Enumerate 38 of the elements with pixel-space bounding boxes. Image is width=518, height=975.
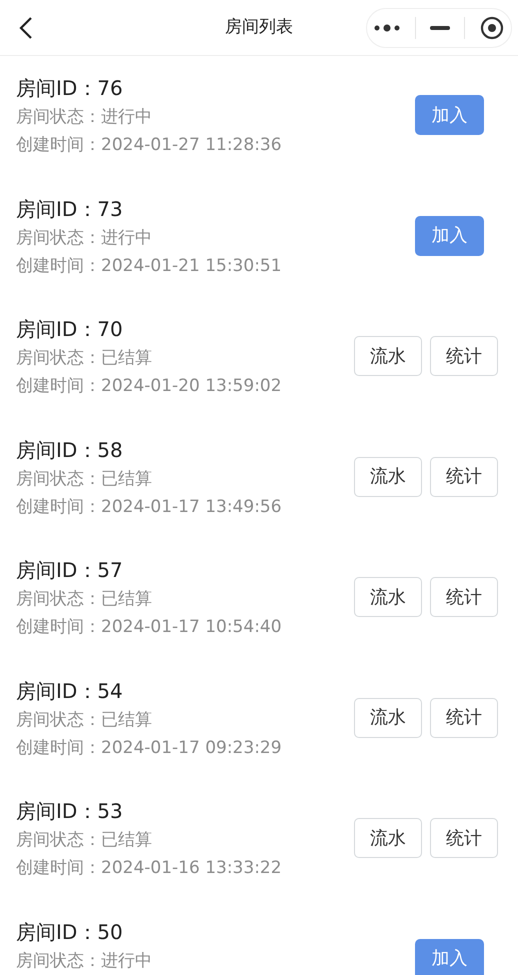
action-button[interactable]: 统计 [430, 456, 498, 496]
room-status: 房间状态：已结算 [16, 708, 153, 732]
action-button[interactable]: 流水 [354, 698, 422, 738]
action-button[interactable]: 流水 [354, 456, 422, 496]
room-id: 房间ID：76 [16, 75, 124, 102]
created-time: 创建时间：2024-01-20 13:59:02 [16, 375, 282, 398]
minimize-icon[interactable] [430, 26, 450, 30]
room-status: 房间状态：已结算 [16, 829, 153, 852]
page-title: 房间列表 [225, 16, 293, 39]
created-time: 创建时间：2024-01-16 13:33:22 [16, 857, 282, 880]
room-id: 房间ID：57 [16, 557, 124, 584]
action-button[interactable]: 统计 [430, 577, 498, 617]
room-id: 房间ID：58 [16, 436, 124, 464]
room-status: 房间状态：进行中 [16, 106, 153, 129]
created-time: 创建时间：2024-01-17 10:54:40 [16, 616, 282, 639]
room-id: 房间ID：70 [16, 316, 124, 343]
target-icon[interactable] [480, 16, 504, 40]
created-time: 创建时间：2024-01-17 13:49:56 [16, 496, 282, 518]
room-id: 房间ID：73 [16, 196, 124, 222]
room-id: 房间ID：50 [16, 918, 124, 946]
room-status: 房间状态：已结算 [16, 588, 153, 611]
room-id: 房间ID：54 [16, 678, 124, 704]
room-status: 房间状态：进行中 [16, 950, 152, 972]
more-icon[interactable] [374, 24, 400, 32]
action-button[interactable]: 流水 [354, 577, 422, 617]
room-status: 房间状态：已结算 [16, 468, 153, 490]
action-button[interactable]: 统计 [430, 818, 498, 858]
action-button[interactable]: 统计 [430, 698, 498, 738]
created-time: 创建时间：2024-01-21 15:30:51 [16, 254, 282, 278]
room-status: 房间状态：已结算 [16, 347, 153, 370]
room-status: 房间状态：进行中 [16, 226, 153, 250]
back-icon[interactable] [18, 16, 34, 40]
action-button[interactable]: 流水 [354, 336, 422, 376]
action-button[interactable]: 统计 [430, 336, 498, 376]
action-button[interactable]: 流水 [354, 818, 422, 858]
created-time: 创建时间：2024-01-17 09:23:29 [16, 736, 282, 760]
room-id: 房间ID：53 [16, 798, 124, 825]
created-time: 创建时间：2024-01-27 11:28:36 [16, 134, 282, 157]
